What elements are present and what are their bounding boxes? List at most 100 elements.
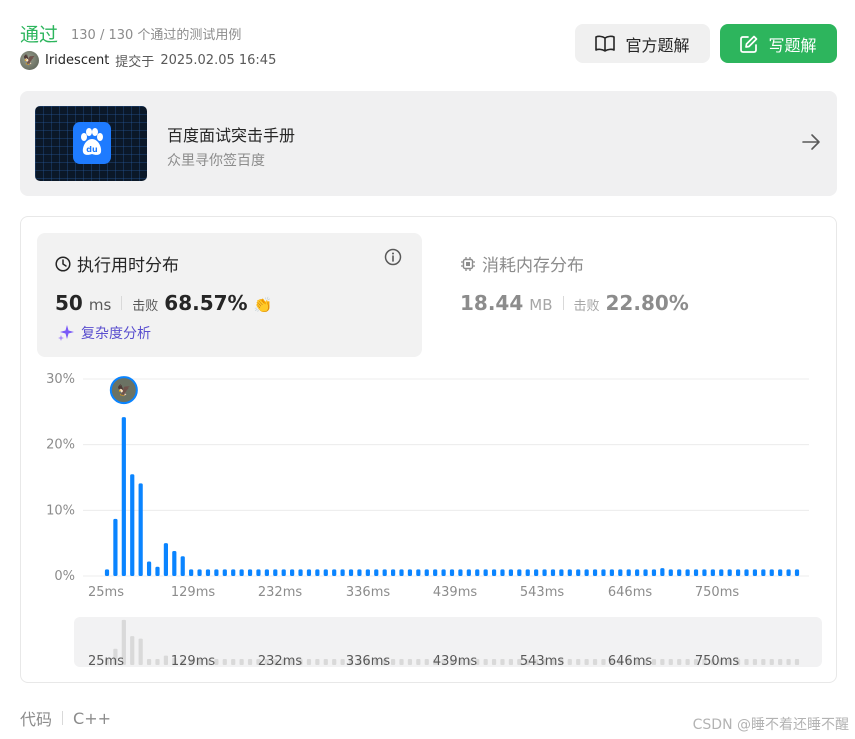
navigator-bar [752,659,758,665]
navigator-bar [592,659,598,665]
chart-bar [155,566,160,576]
navigator-bar [407,659,413,665]
chart-bar [559,569,564,576]
submission-header: 通过 130 / 130 个通过的测试用例 🦅 Iridescent 提交于 2… [20,18,837,78]
complexity-analysis-link[interactable]: 复杂度分析 [57,323,151,343]
sparkle-icon [58,325,74,341]
chart-bar [618,569,623,576]
chart-bar [567,569,572,576]
navigator-tick-label: 439ms [433,654,477,667]
chart-bar [197,569,202,576]
navigator-tick-label: 543ms [520,654,564,667]
chart-bar [609,569,614,576]
username[interactable]: Iridescent [45,53,109,68]
navigator-bar [794,659,800,665]
official-solution-button[interactable]: 官方题解 [575,24,710,63]
chart-bar [231,569,236,576]
chart-bar [357,569,362,576]
submitter-info: 🦅 Iridescent 提交于 2025.02.05 16:45 [20,51,276,70]
navigator-tick-label: 232ms [258,654,302,667]
navigator-bar [130,636,135,665]
clock-icon [55,255,71,272]
chart-bar [727,569,732,576]
chart-bar [214,569,219,576]
x-tick-label: 439ms [433,585,477,600]
baidu-logo-icon: du [73,122,111,164]
chart-bar [525,569,530,576]
chart-bar [189,569,194,576]
chart-bar [247,569,253,576]
chart-bar [340,569,345,576]
runtime-panel[interactable]: 执行用时分布 50 ms 击败 68.57% 👏 复杂度分析 [37,233,422,357]
chart-bar [130,474,135,576]
info-icon[interactable] [384,248,402,266]
chart-bar [685,569,690,576]
chart-bar [517,569,522,576]
footer-divider [62,711,64,725]
navigator-bar [239,659,244,665]
performance-card: 执行用时分布 50 ms 击败 68.57% 👏 复杂度分析 消耗内存分布 18… [20,216,837,683]
runtime-distribution-chart[interactable]: 30% 20% 10% 0% 🦅 25ms 129ms 232ms 336ms 439ms 543m… [21,367,836,667]
chart-bar [348,569,354,576]
chart-bar [298,569,303,576]
code-section-header: 代码 C++ [20,706,111,730]
memory-beat-label: 击败 [573,299,600,314]
chart-bar [761,569,766,576]
navigator-bar [315,659,320,665]
chart-bar [542,569,547,576]
navigator-bar [231,659,236,665]
chart-bar [668,569,673,576]
navigator-bar [769,659,774,665]
chart-bar [651,569,657,576]
y-tick-label: 10% [46,503,75,518]
chart-bar [399,569,404,576]
chart-bar [458,569,463,576]
runtime-unit: ms [88,296,112,314]
navigator-bar [778,659,783,665]
runtime-title: 执行用时分布 [55,251,179,276]
navigator-bar [491,659,497,665]
y-tick-label: 20% [46,438,75,453]
navigator-bar [390,659,396,665]
navigator-bar [155,659,160,665]
chart-bar [550,569,556,576]
chart-bar [677,569,682,576]
navigator-tick-label: 646ms [608,654,652,667]
chart-bar [264,569,269,576]
banner-title: 百度面试突击手册 [167,126,296,145]
x-tick-label: 646ms [608,585,652,600]
chart-bar [365,569,370,576]
runtime-metric: 50 ms 击败 68.57% 👏 [55,291,272,315]
navigator-bar [601,659,606,665]
chart-bar [273,569,278,576]
y-tick-label: 0% [54,569,75,584]
memory-panel[interactable]: 消耗内存分布 18.44 MB 击败 22.80% [442,233,822,357]
watermark: CSDN @睡不着还睡不醒 [692,717,849,733]
language-label[interactable]: C++ [73,709,111,728]
baidu-logo-text: du [86,145,98,154]
chart-bar [769,569,774,576]
chart-bar [710,569,715,576]
promo-banner[interactable]: du 百度面试突击手册 众里寻你签百度 [20,91,837,196]
navigator-bar [786,659,791,665]
memory-value: 18.44 [460,291,524,315]
chart-bar [693,569,699,576]
code-label: 代码 [20,710,53,729]
chart-bar [576,569,581,576]
navigator-bar [651,659,657,665]
chart-bar [281,569,286,576]
chart-bar [635,569,640,576]
avatar[interactable]: 🦅 [20,51,39,70]
chart-bar [441,569,446,576]
navigator-bar [500,659,505,665]
chart-bar [744,569,749,576]
memory-metric: 18.44 MB 击败 22.80% [460,291,689,315]
memory-title: 消耗内存分布 [460,251,584,276]
navigator-bar [483,659,488,665]
navigator-bar [332,659,337,665]
runtime-beat-label: 击败 [132,299,159,314]
chip-icon [461,256,475,271]
write-solution-button[interactable]: 写题解 [720,24,837,63]
chart-bar [660,568,665,576]
navigator-bar [340,659,345,665]
